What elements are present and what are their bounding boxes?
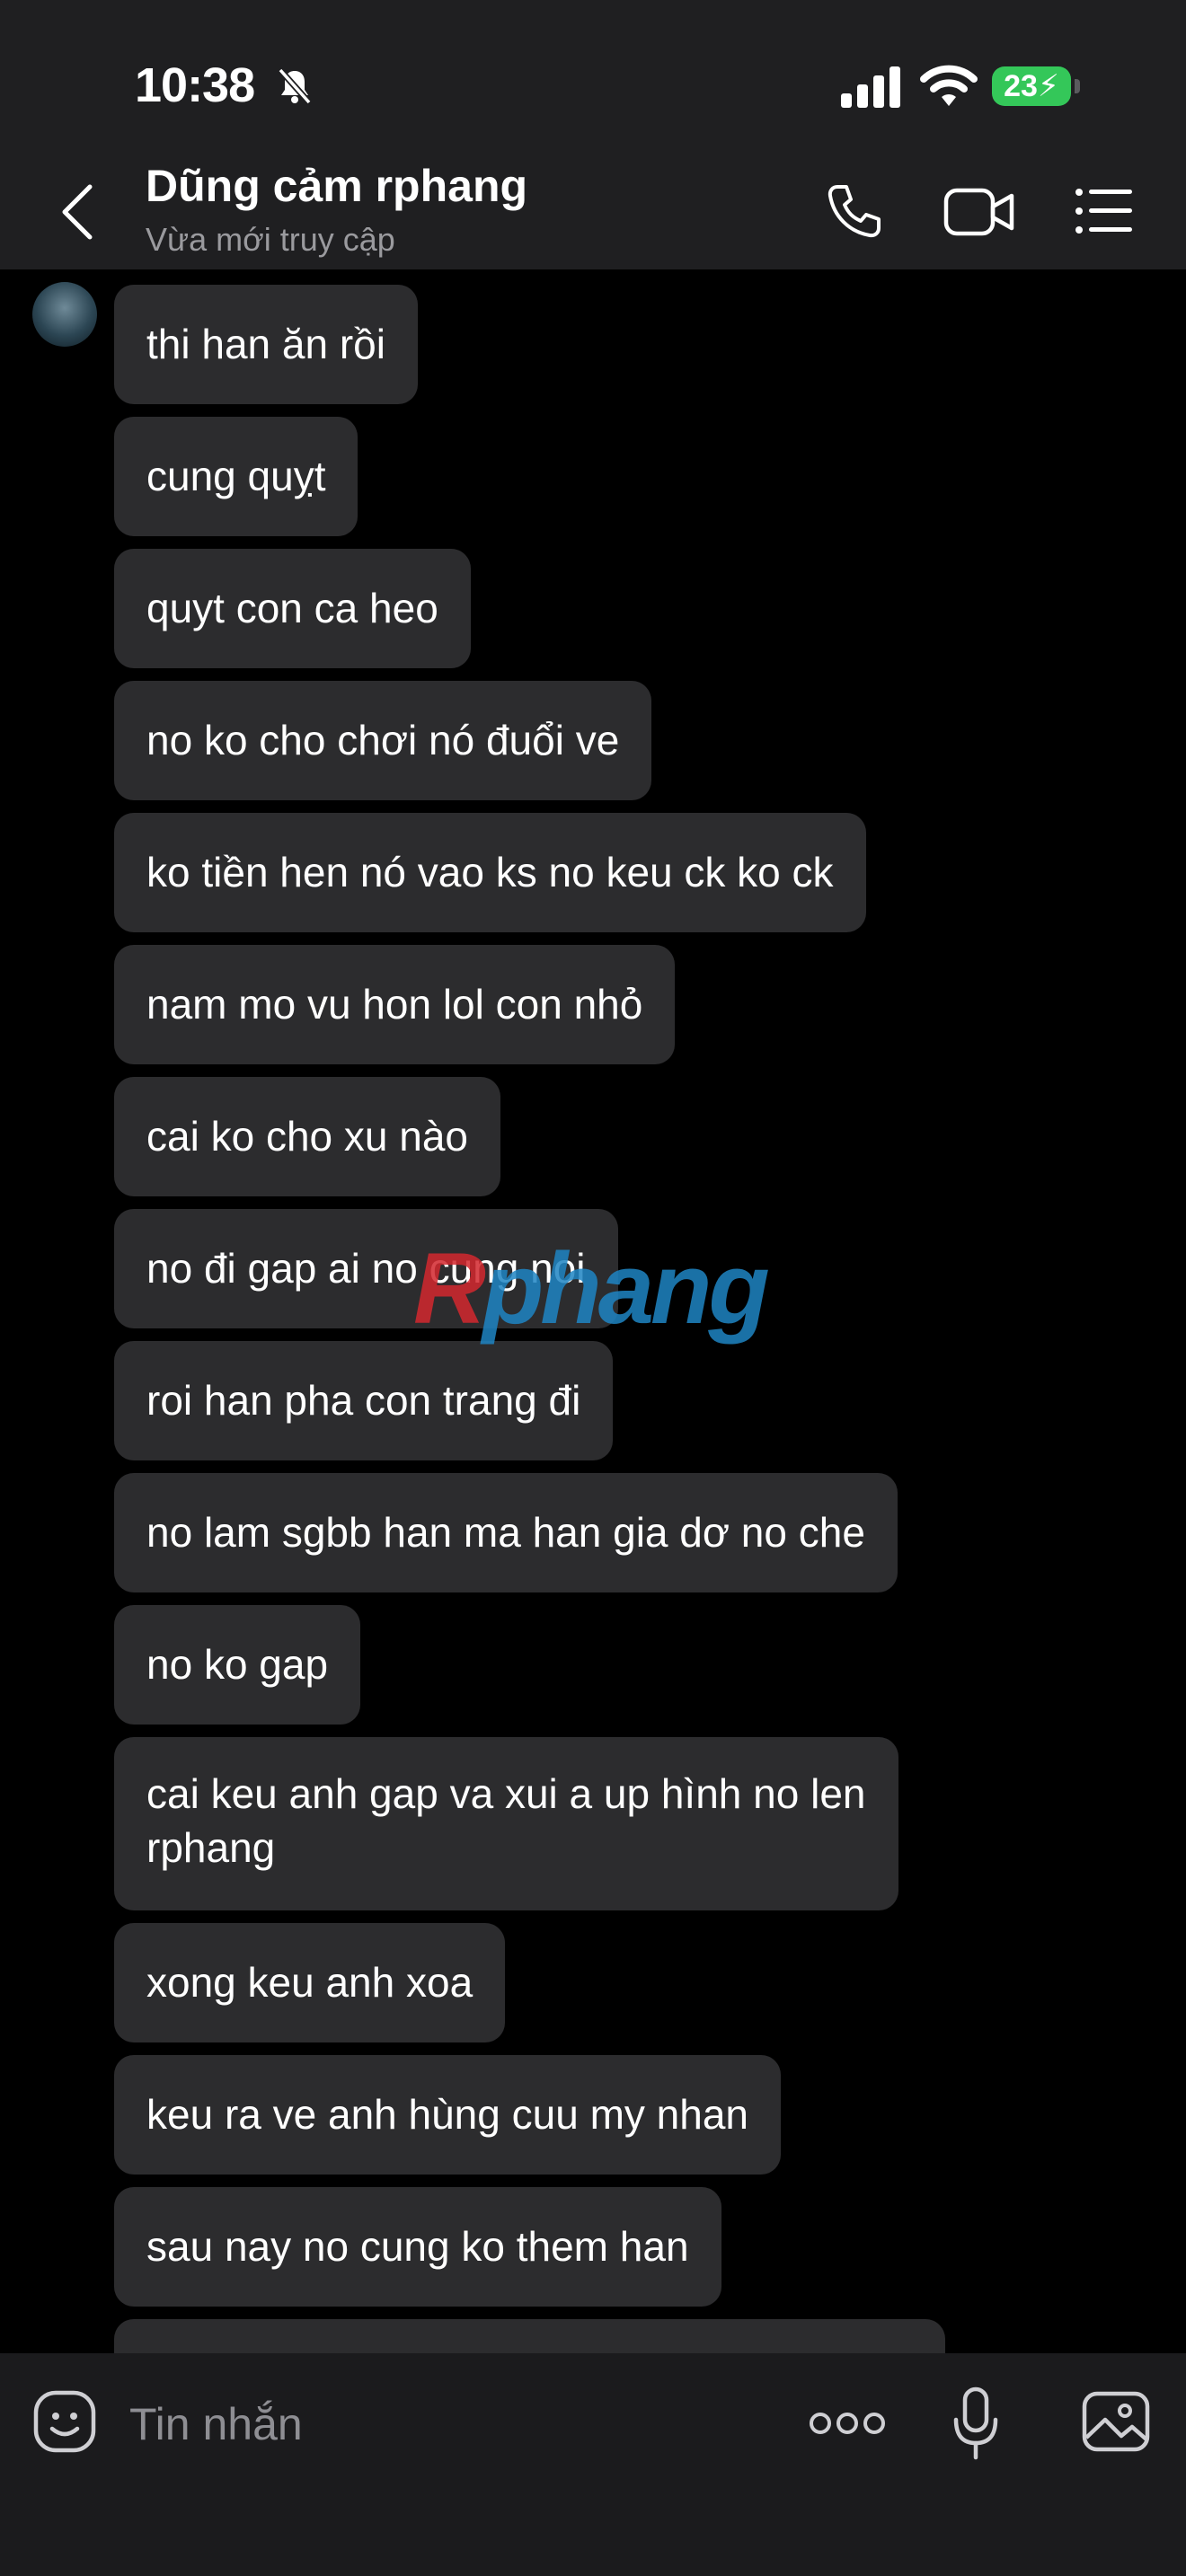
message-text: rphang [146,1824,276,1871]
message-text: cung quỵt [146,453,326,499]
message-bubble[interactable]: thi han ăn rồi [114,285,418,404]
emoji-icon[interactable] [32,2389,97,2454]
message-input[interactable] [128,2395,760,2454]
message-bubble[interactable]: cai ko cho xu nào [114,1077,501,1196]
back-chevron-icon[interactable] [58,183,99,241]
message-text: cai ko cho xu nào [146,1113,469,1160]
message-text: quyt con ca heo [146,585,438,631]
signal-icon [841,66,900,108]
watermark-letter: R [413,1232,486,1345]
message-text: cai keu anh gap va xui a up hình no len [146,1770,866,1817]
message-text: no ko gap [146,1641,329,1688]
battery-indicator: 23⚡ [992,66,1071,106]
message-bubble[interactable]: keu ra ve anh hùng cuu my nhan [114,2055,782,2175]
message-text: thi han ăn rồi [146,321,385,367]
message-text: sau nay no cung ko them han [146,2223,689,2270]
contact-status: Vừa mới truy cập [146,221,395,258]
message-bubble[interactable]: no ko cho chơi nó đuổi ve [114,681,652,800]
chat-header: Dũng cảm rphang Vừa mới truy cập [0,151,1186,269]
battery-tip [1075,79,1080,93]
contact-avatar[interactable] [32,282,97,347]
message-bubble-partial[interactable] [114,2319,945,2353]
wifi-icon [920,65,978,106]
message-bubble[interactable]: nam mo vu hon lol con nhỏ [114,945,676,1064]
rphang-watermark: Rphang [413,1231,770,1346]
message-bubble[interactable]: cai keu anh gap va xui a up hình no len … [114,1737,898,1910]
video-camera-icon[interactable] [943,185,1015,239]
message-text: nam mo vu hon lol con nhỏ [146,981,643,1028]
status-time: 10:38 [135,58,255,112]
list-menu-icon[interactable] [1075,185,1134,237]
microphone-icon[interactable] [952,2386,999,2461]
message-bubble[interactable]: ko tiền hen nó vao ks no keu ck ko ck [114,813,866,932]
phone-icon[interactable] [825,181,884,241]
message-text: roi han pha con trang đi [146,1377,581,1424]
message-bubble[interactable]: roi han pha con trang đi [114,1341,614,1460]
message-text: xong keu anh xoa [146,1959,474,2006]
message-bubble[interactable]: cung quỵt [114,417,358,536]
message-bubble[interactable]: xong keu anh xoa [114,1923,506,2042]
message-text: no ko cho chơi nó đuổi ve [146,717,620,763]
message-text: keu ra ve anh hùng cuu my nhan [146,2091,749,2138]
image-icon[interactable] [1082,2391,1150,2452]
status-bar: 10:38 23⚡ [0,0,1186,151]
message-bubble[interactable]: quyt con ca heo [114,549,471,668]
message-bubble[interactable]: sau nay no cung ko them han [114,2187,721,2307]
contact-name[interactable]: Dũng cảm rphang [146,160,527,212]
message-text: ko tiền hen nó vao ks no keu ck ko ck [146,849,834,895]
message-bubble[interactable]: no lam sgbb han ma han gia dơ no che [114,1473,898,1592]
silent-bell-icon [278,67,312,105]
message-bubble[interactable]: no ko gap [114,1605,361,1725]
message-composer [0,2353,1186,2576]
watermark-word: phang [482,1232,770,1345]
battery-level: 23 [1004,69,1038,103]
message-text: no lam sgbb han ma han gia dơ no che [146,1509,865,1556]
more-dots-icon[interactable] [809,2407,886,2439]
